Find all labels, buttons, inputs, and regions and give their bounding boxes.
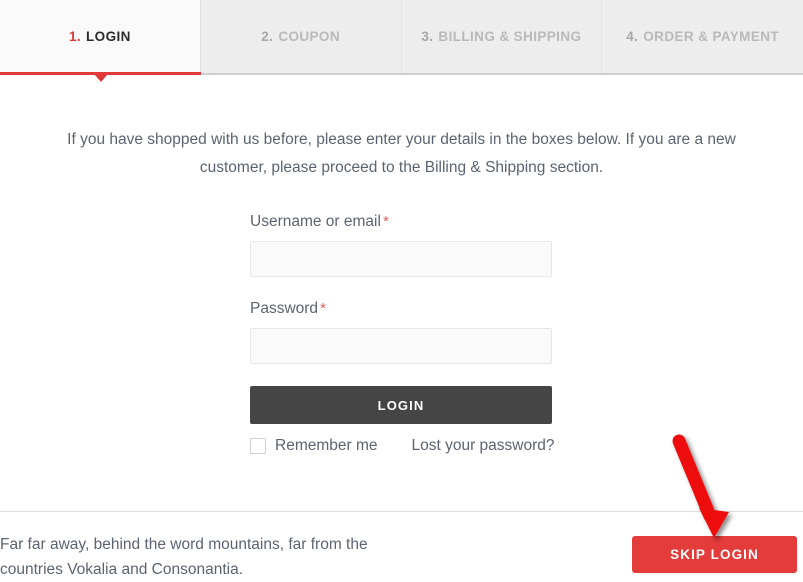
tab-coupon-number: 2. [261,29,274,44]
skip-login-button[interactable]: SKIP LOGIN [632,536,797,573]
footer-divider [0,511,803,512]
remember-me-checkbox[interactable] [250,438,266,454]
footer-description-text: Far far away, behind the word mountains,… [0,536,368,578]
tab-order-payment[interactable]: 4. ORDER & PAYMENT [602,0,803,73]
tab-order-payment-label: ORDER & PAYMENT [643,29,780,44]
tab-login[interactable]: 1. LOGIN [0,0,201,75]
tab-coupon-label: COUPON [278,29,340,44]
active-tab-pointer-icon [94,74,108,82]
login-form-footer: Remember me Lost your password? [250,437,555,455]
tab-login-label: LOGIN [86,29,131,44]
tab-login-number: 1. [68,29,82,44]
checkout-steps-bar: 1. LOGIN 2. COUPON 3. BILLING & SHIPPING… [0,0,803,75]
tab-coupon[interactable]: 2. COUPON [200,0,402,73]
username-required-marker: * [382,213,389,230]
password-label-text: Password [250,300,319,317]
tab-billing-shipping[interactable]: 3. BILLING & SHIPPING [401,0,603,73]
username-input[interactable] [250,241,552,277]
tab-billing-shipping-number: 3. [421,29,434,44]
username-label: Username or email * [250,212,552,232]
password-input[interactable] [250,328,552,364]
login-form: Username or email * Password * LOGIN Remem… [250,212,555,455]
remember-me-label[interactable]: Remember me [275,437,378,455]
login-intro-text: If you have shopped with us before, plea… [67,131,736,176]
lost-password-link[interactable]: Lost your password? [412,437,555,455]
password-label: Password * [250,299,552,319]
username-label-text: Username or email [250,213,381,230]
tab-billing-shipping-label: BILLING & SHIPPING [438,29,582,44]
tab-order-payment-number: 4. [626,29,639,44]
login-button[interactable]: LOGIN [250,386,552,424]
password-required-marker: * [320,300,326,317]
down-right-arrow-annotation-icon [672,434,729,538]
